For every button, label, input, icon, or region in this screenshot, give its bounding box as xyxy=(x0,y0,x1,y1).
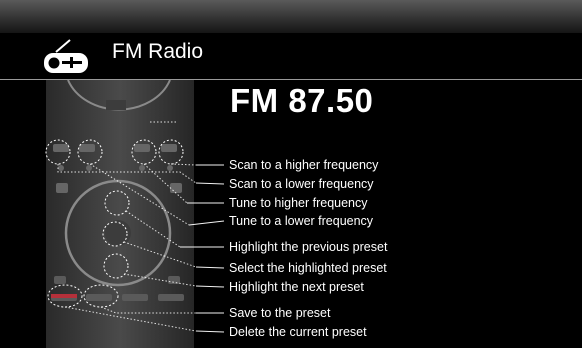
radio-icon xyxy=(44,39,88,73)
label-tune-lower: Tune to a lower frequency xyxy=(229,214,374,228)
label-tune-higher: Tune to higher frequency xyxy=(229,196,368,210)
label-select-preset: Select the highlighted preset xyxy=(229,261,387,275)
label-previous-preset: Highlight the previous preset xyxy=(229,240,388,254)
label-scan-higher: Scan to a higher frequency xyxy=(229,158,379,172)
remote-control-image xyxy=(46,80,194,348)
station-frequency: FM 87.50 xyxy=(230,82,374,119)
label-save-preset: Save to the preset xyxy=(229,306,331,320)
label-scan-lower: Scan to a lower frequency xyxy=(229,177,374,191)
label-delete-preset: Delete the current preset xyxy=(229,325,367,339)
label-next-preset: Highlight the next preset xyxy=(229,280,364,294)
top-bar xyxy=(0,0,582,33)
app-title: FM Radio xyxy=(112,40,204,63)
